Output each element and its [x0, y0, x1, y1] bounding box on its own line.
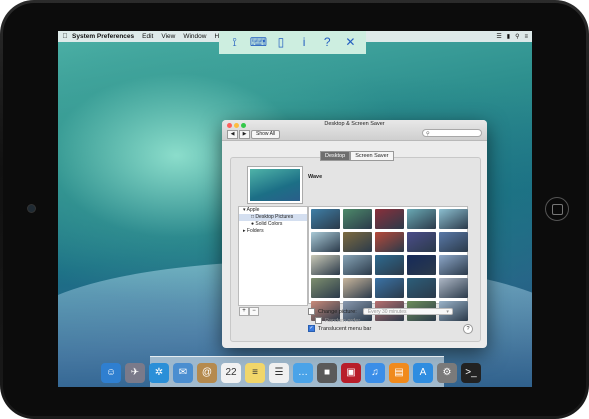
change-picture-label: Change picture:	[318, 308, 357, 315]
menu-window[interactable]: Window	[183, 33, 206, 40]
random-order-label: Random order	[325, 317, 361, 324]
source-list: ▾ Apple □ Desktop Pictures ● Solid Color…	[238, 206, 308, 306]
window-title: Desktop & Screen Saver	[324, 121, 385, 127]
wallpaper-thumbnail[interactable]	[407, 255, 436, 275]
add-folder-button[interactable]: +	[239, 307, 249, 316]
facetime-icon[interactable]: ■	[317, 363, 337, 383]
preferences-window: Desktop & Screen Saver ◀ ▶ Show All ⚲ Wa…	[222, 120, 487, 348]
wallpaper-thumbnail[interactable]	[311, 209, 340, 229]
wallpaper-thumbnail[interactable]	[311, 255, 340, 275]
notification-icon[interactable]: ≡	[524, 34, 528, 40]
sidebar-group-apple[interactable]: ▾ Apple	[239, 207, 307, 214]
launchpad-icon[interactable]: ✈	[125, 363, 145, 383]
system-preferences-icon[interactable]: ⚙	[437, 363, 457, 383]
show-all-button[interactable]: Show All	[251, 130, 281, 139]
itunes-icon[interactable]: ♫	[365, 363, 385, 383]
photo-booth-icon[interactable]: ▣	[341, 363, 361, 383]
remove-folder-button[interactable]: −	[249, 307, 259, 316]
wallpaper-thumbnail[interactable]	[311, 232, 340, 252]
sidebar-item-desktop-pictures[interactable]: □ Desktop Pictures	[239, 214, 307, 221]
status-icons: ☰ ▮ ⚲ ≡	[496, 31, 528, 42]
notes-icon[interactable]: ≡	[245, 363, 265, 383]
mac-desktop:  System Preferences Edit View Window He…	[58, 31, 532, 387]
close-icon[interactable]: ✕	[342, 31, 358, 54]
pane-tabs: Desktop Screen Saver	[320, 151, 394, 161]
search-icon: ⚲	[426, 131, 430, 137]
terminal-icon[interactable]: >_	[461, 363, 481, 383]
wallpaper-thumbnail[interactable]	[343, 232, 372, 252]
mail-icon[interactable]: ✉	[173, 363, 193, 383]
random-order-option: Random order	[315, 317, 360, 324]
sidebar-item-label: Solid Colors	[255, 221, 283, 227]
sidebar-group-label: Folders	[246, 228, 264, 234]
app-store-icon[interactable]: A	[413, 363, 433, 383]
window-titlebar: Desktop & Screen Saver ◀ ▶ Show All ⚲	[222, 120, 487, 141]
random-order-checkbox[interactable]	[315, 317, 322, 324]
finder-icon[interactable]: ☺	[101, 363, 121, 383]
add-remove-controls: + −	[239, 307, 259, 316]
back-button[interactable]: ◀	[227, 130, 238, 139]
change-picture-interval-select[interactable]: Every 30 minutes	[362, 308, 453, 316]
menu-app-name[interactable]: System Preferences	[72, 33, 134, 40]
wallpaper-thumbnail[interactable]	[375, 255, 404, 275]
ibooks-icon[interactable]: ▤	[389, 363, 409, 383]
translucent-menu-bar-label: Translucent menu bar	[318, 325, 372, 332]
change-picture-checkbox[interactable]	[308, 308, 315, 315]
forward-button[interactable]: ▶	[239, 130, 250, 139]
dock: ☺ ✈ ✲ ✉ @22 ≡ ☰… ■ ▣ ♫ ▤ A ⚙ >_	[101, 355, 521, 383]
wallpaper-thumbnail[interactable]	[343, 278, 372, 298]
change-picture-option: Change picture: Every 30 minutes	[308, 308, 453, 316]
safari-icon[interactable]: ✲	[149, 363, 169, 383]
wallpaper-thumbnail[interactable]	[375, 209, 404, 229]
wallpaper-thumbnail[interactable]	[407, 278, 436, 298]
wallpaper-thumbnail[interactable]	[343, 209, 372, 229]
translucent-menu-bar-checkbox[interactable]: ✓	[308, 325, 315, 332]
battery-icon[interactable]: ▮	[507, 33, 510, 40]
messages-icon[interactable]: …	[293, 363, 313, 383]
camera-icon	[28, 205, 35, 212]
remote-toolbar: ⟟ ⌨ ▯ i ? ✕	[219, 31, 366, 54]
search-input[interactable]: ⚲	[422, 129, 482, 137]
nav-buttons: ◀ ▶	[227, 130, 250, 139]
menu-edit[interactable]: Edit	[142, 33, 153, 40]
wallpaper-thumbnail[interactable]	[375, 232, 404, 252]
mouse-icon[interactable]: ▯	[273, 31, 289, 54]
wallpaper-thumbnail[interactable]	[439, 209, 468, 229]
folder-icon: □	[251, 214, 255, 220]
apple-menu-icon[interactable]: 	[58, 33, 72, 40]
translucent-menu-bar-option: ✓ Translucent menu bar	[308, 325, 371, 332]
spotlight-icon[interactable]: ⚲	[515, 33, 519, 40]
home-button[interactable]	[545, 197, 569, 221]
pin-icon[interactable]: ⟟	[227, 31, 243, 54]
desktop-pane: Wave ▾ Apple □ Desktop Pictures ● Solid …	[230, 157, 481, 342]
calendar-icon[interactable]: 22	[221, 363, 241, 383]
sidebar-item-solid-colors[interactable]: ● Solid Colors	[239, 221, 307, 228]
info-icon[interactable]: i	[296, 31, 312, 54]
wallpaper-thumbnail[interactable]	[407, 209, 436, 229]
sidebar-item-label: Desktop Pictures	[255, 214, 294, 220]
wallpaper-thumbnail[interactable]	[343, 255, 372, 275]
wifi-icon[interactable]: ☰	[496, 33, 501, 40]
wallpaper-thumbnail[interactable]	[439, 255, 468, 275]
keyboard-icon[interactable]: ⌨	[250, 31, 267, 54]
current-picture-preview	[248, 167, 302, 203]
wallpaper-thumbnail[interactable]	[439, 232, 468, 252]
wallpaper-thumbnail[interactable]	[311, 278, 340, 298]
menu-view[interactable]: View	[161, 33, 175, 40]
wallpaper-thumbnail[interactable]	[439, 278, 468, 298]
tab-screen-saver[interactable]: Screen Saver	[350, 151, 394, 161]
reminders-icon[interactable]: ☰	[269, 363, 289, 383]
sidebar-group-folders[interactable]: ▸ Folders	[239, 228, 307, 235]
color-circle-icon: ●	[251, 221, 255, 227]
tab-desktop[interactable]: Desktop	[320, 151, 351, 161]
help-icon[interactable]: ?	[319, 31, 335, 54]
wallpaper-thumbnail[interactable]	[375, 278, 404, 298]
picture-grid	[308, 206, 468, 321]
contacts-icon[interactable]: @	[197, 363, 217, 383]
current-picture-name: Wave	[308, 174, 323, 180]
sidebar-group-label: Apple	[246, 207, 260, 213]
ipad-frame:  System Preferences Edit View Window He…	[0, 0, 589, 419]
wallpaper-thumbnail[interactable]	[407, 232, 436, 252]
help-button[interactable]: ?	[463, 324, 473, 334]
